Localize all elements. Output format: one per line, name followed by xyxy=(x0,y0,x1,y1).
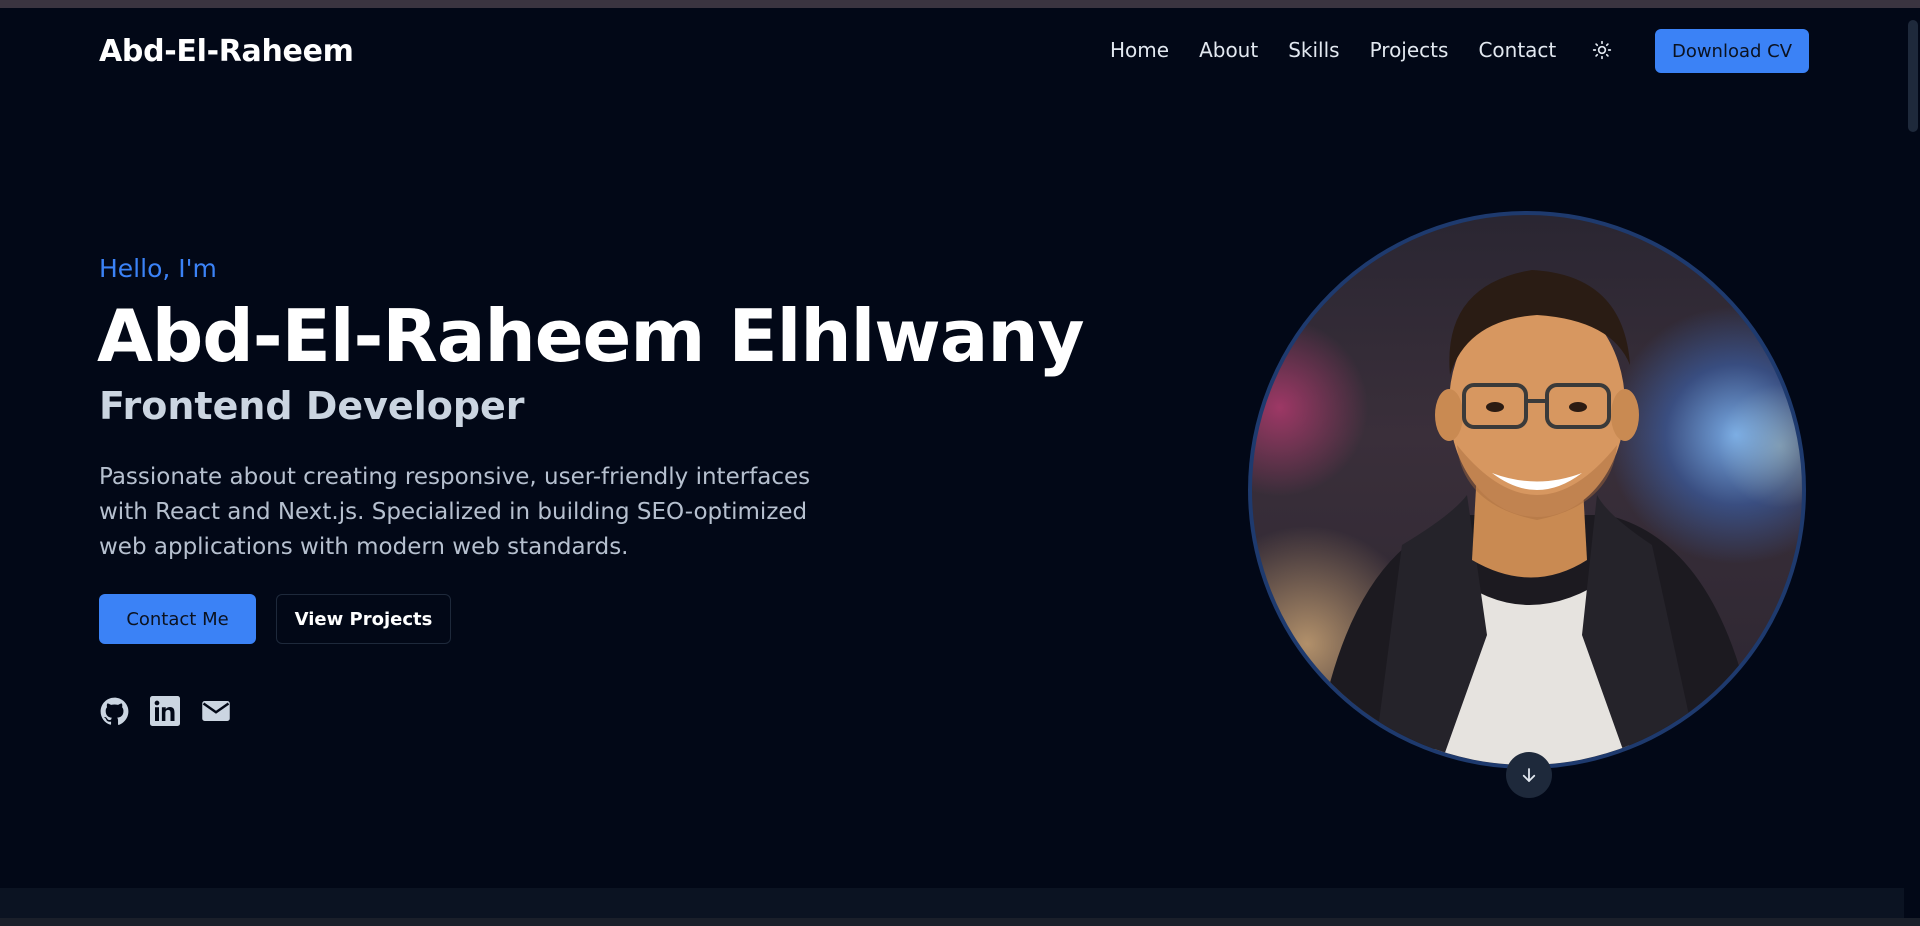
arrow-down-icon xyxy=(1522,768,1536,782)
social-links xyxy=(99,696,231,726)
nav-home[interactable]: Home xyxy=(1110,38,1169,62)
contact-me-button[interactable]: Contact Me xyxy=(99,594,256,644)
brand-logo[interactable]: Abd-El-Raheem xyxy=(99,34,354,69)
linkedin-icon xyxy=(150,696,180,726)
bottom-edge xyxy=(0,918,1920,926)
hero-greeting: Hello, I'm xyxy=(99,254,217,283)
download-cv-button[interactable]: Download CV xyxy=(1655,29,1809,73)
email-link[interactable] xyxy=(201,696,231,726)
page: Abd-El-Raheem Home About Skills Projects… xyxy=(0,8,1904,926)
portrait-illustration xyxy=(1313,270,1761,765)
nav-links: Home About Skills Projects Contact xyxy=(1110,38,1556,62)
nav-projects[interactable]: Projects xyxy=(1370,38,1449,62)
nav-about[interactable]: About xyxy=(1199,38,1258,62)
browser-top-strip xyxy=(0,0,1920,8)
hero-name: Abd-El-Raheem Elhlwany xyxy=(97,294,1085,378)
scroll-down-button[interactable] xyxy=(1506,752,1552,798)
theme-toggle-button[interactable] xyxy=(1590,38,1614,62)
nav-skills[interactable]: Skills xyxy=(1288,38,1339,62)
sun-icon xyxy=(1592,40,1612,60)
github-icon xyxy=(100,697,128,725)
nav-contact[interactable]: Contact xyxy=(1478,38,1556,62)
hero-bio: Passionate about creating responsive, us… xyxy=(99,464,811,560)
scrollbar[interactable] xyxy=(1904,8,1920,926)
profile-photo xyxy=(1248,211,1806,769)
scrollbar-thumb[interactable] xyxy=(1908,20,1918,132)
hero-role: Frontend Developer xyxy=(99,384,525,428)
linkedin-link[interactable] xyxy=(150,696,180,726)
view-projects-button[interactable]: View Projects xyxy=(276,594,451,644)
github-link[interactable] xyxy=(99,696,129,726)
mail-icon xyxy=(202,701,230,721)
navbar: Abd-El-Raheem Home About Skills Projects… xyxy=(0,8,1904,96)
